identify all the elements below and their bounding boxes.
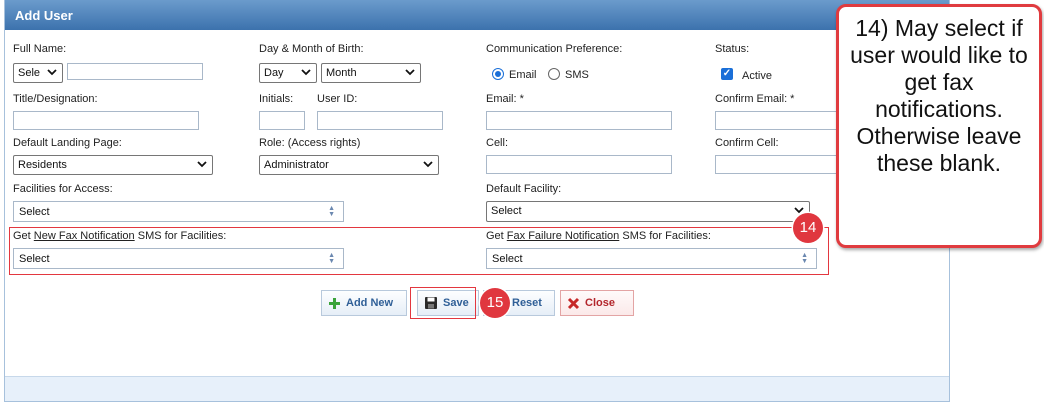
fax-new-link: New Fax Notification [33,230,135,242]
comm-email-label: Email [509,69,537,81]
panel-footer [5,376,949,401]
email-input[interactable] [486,111,672,130]
facilities-select[interactable]: Select ▲ ▼ [13,201,344,222]
facilities-label: Facilities for Access: [13,183,113,195]
landing-page-select[interactable]: Residents [13,155,213,175]
status-label: Status: [715,43,750,55]
fax-fail-select[interactable]: Select ▲ ▼ [486,248,817,269]
confirm-email-input[interactable] [715,111,845,130]
add-new-label: Add New [346,297,394,309]
comm-sms-label: SMS [565,69,589,81]
cell-input[interactable] [486,155,672,174]
fax-fail-label: Get Fax Failure Notification SMS for Fac… [486,230,711,242]
panel-header: Add User [5,0,949,30]
month-value: Month [326,67,357,79]
fax-fail-link: Fax Failure Notification [506,230,620,242]
salutation-select[interactable]: Sele [13,63,63,83]
updown-arrows-icon: ▲ ▼ [328,252,335,265]
landing-page-value: Residents [18,159,67,171]
reset-label: Reset [512,297,542,309]
step-marker-15: 15 [480,288,510,318]
user-id-label: User ID: [317,93,358,105]
chevron-down-icon [47,69,57,76]
updown-arrows-icon: ▲ ▼ [801,252,808,265]
status-active-label: Active [742,70,772,82]
role-value: Administrator [264,159,329,171]
fax-new-value: Select [19,253,50,265]
add-user-panel: Add User Full Name: Sele Day & Month of … [4,0,950,402]
updown-arrows-icon: ▲ ▼ [328,205,335,218]
comm-sms-radio[interactable] [548,68,560,80]
landing-page-label: Default Landing Page: [13,137,122,149]
day-value: Day [264,67,284,79]
title-label: Title/Designation: [13,93,98,105]
fax-new-select[interactable]: Select ▲ ▼ [13,248,344,269]
chevron-down-icon [405,69,415,76]
step-marker-14: 14 [793,213,823,243]
default-facility-value: Select [491,205,522,217]
close-button[interactable]: Close [560,290,634,316]
confirm-email-label: Confirm Email: * [715,93,795,105]
month-select[interactable]: Month [321,63,421,83]
chevron-down-icon [197,161,207,168]
cell-label: Cell: [486,137,509,149]
status-active-checkbox[interactable]: ✓ [721,68,733,80]
day-select[interactable]: Day [259,63,317,83]
close-label: Close [585,297,615,309]
email-label: Email: * [486,93,524,105]
role-select[interactable]: Administrator [259,155,439,175]
default-facility-label: Default Facility: [486,183,562,195]
save-highlight [410,287,476,319]
user-id-input[interactable] [317,111,443,130]
role-label: Role: (Access rights) [259,137,361,149]
comm-pref-label: Communication Preference: [486,43,623,55]
facilities-value: Select [19,206,50,218]
default-facility-select[interactable]: Select [486,201,810,222]
salutation-value: Sele [18,67,41,79]
comm-email-radio[interactable] [492,68,504,80]
initials-label: Initials: [259,93,294,105]
chevron-down-icon [423,161,433,168]
add-new-button[interactable]: Add New [321,290,407,316]
dob-label: Day & Month of Birth: [259,43,364,55]
close-icon [567,297,580,309]
fax-new-label: Get New Fax Notification SMS for Facilit… [13,230,227,242]
initials-input[interactable] [259,111,305,130]
title-input[interactable] [13,111,199,130]
confirm-cell-input[interactable] [715,155,845,174]
fax-fail-value: Select [492,253,523,265]
chevron-down-icon [301,69,311,76]
full-name-input[interactable] [67,63,203,80]
plus-icon [329,297,340,309]
annotation-callout: 14) May select if user would like to get… [836,4,1042,248]
panel-title: Add User [15,8,73,23]
confirm-cell-label: Confirm Cell: [715,137,779,149]
full-name-label: Full Name: [13,43,67,55]
